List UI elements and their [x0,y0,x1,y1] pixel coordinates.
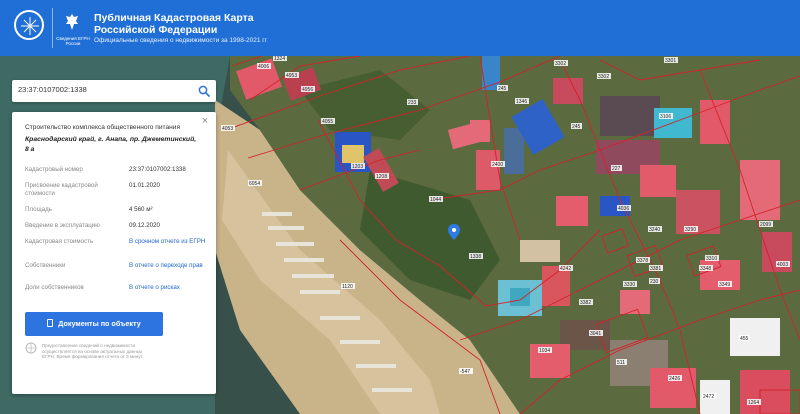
cadastral-value-link[interactable]: В срочном отчете из ЕГРН [129,238,211,246]
cadastral-value-label: Кадастровая стоимость [25,238,94,245]
plot-number-label[interactable]: 3310 [706,256,717,262]
plot-number-label[interactable]: 3330 [624,282,635,288]
cadastral-number-value: 23:37:0107002:1338 [129,166,186,173]
documents-button-label: Документы по объекту [58,319,141,328]
logo-divider [52,8,53,48]
cadastral-search-box[interactable] [12,80,216,102]
plot-number-label[interactable]: 6054 [249,181,260,187]
plot-number-label[interactable]: 3382 [580,300,591,306]
data-note: Предоставление сведений о недвижимости о… [42,343,144,360]
plot-number-label[interactable]: 1264 [748,400,759,406]
plot-number-label[interactable]: 455 [740,336,749,342]
plot-number-label[interactable]: 4036 [618,206,629,212]
plot-number-label[interactable]: 3378 [637,258,648,264]
documents-button[interactable]: Документы по объекту [25,312,163,336]
object-info-panel: × Строительство комплекса общественного … [12,112,216,394]
plot-number-label[interactable]: 2400 [492,162,503,168]
plot-number-label[interactable]: 3290 [685,227,696,233]
plot-number-label[interactable]: 4956 [302,87,313,93]
owners-label: Собственники [25,262,66,269]
plot-number-label[interactable]: 3106 [660,114,671,120]
owners-link[interactable]: В отчете о переходе прав [129,262,211,270]
commissioning-label: Введение в эксплуатацию [25,222,100,229]
plot-number-label[interactable]: 4006 [258,64,269,70]
object-type: Строительство комплекса общественного пи… [25,124,181,131]
plot-number-label[interactable]: 1324 [274,56,285,62]
plot-number-label[interactable]: 4053 [222,126,233,132]
plot-number-label[interactable]: 1044 [430,197,441,203]
plot-number-label[interactable]: 3349 [719,282,730,288]
plot-number-label[interactable]: 1338 [470,254,481,260]
search-icon[interactable] [198,85,210,97]
area-value: 4 560 м² [129,206,153,213]
plot-number-label[interactable]: 245 [572,124,581,130]
emblem-caption: Сведения ЕГРН России [56,36,90,46]
info-globe-icon [25,342,37,354]
plot-number-label[interactable]: 3381 [650,266,661,272]
plot-number-label[interactable]: 233 [408,100,417,106]
commissioning-value: 09.12.2020 [129,222,160,229]
plot-number-label[interactable]: -547 [460,369,470,375]
plot-number-label[interactable]: 4003 [777,262,788,268]
app-header: Сведения ЕГРН России Публичная Кадастров… [0,0,800,56]
plot-number-label[interactable]: 227 [612,166,621,172]
area-label: Площадь [25,206,52,213]
plot-number-label[interactable]: 3041 [590,331,601,337]
plot-number-label[interactable]: 2426 [669,376,680,382]
owner-shares-label: Доли собственников [25,284,84,291]
plot-number-label[interactable]: 3302 [598,74,609,80]
owner-shares-link[interactable]: В отчете о рисках [129,284,211,292]
globe-grid-icon [14,10,44,40]
page-subtitle: Официальные сведения о недвижимости за 1… [94,37,268,44]
page-title: Публичная Кадастровая Карта Российской Ф… [94,12,254,36]
plot-number-label[interactable]: 1208 [376,174,387,180]
plot-number-label[interactable]: 2099 [760,222,771,228]
plot-number-label[interactable]: 4953 [286,73,297,79]
plot-number-label[interactable]: 4055 [322,119,333,125]
plot-number-label[interactable]: 1120 [342,284,353,290]
document-icon [47,319,54,327]
logo[interactable]: Сведения ЕГРН России [10,6,90,50]
plot-number-label[interactable]: 2472 [703,394,714,400]
valuation-date-label: Присвоение кадастровой стоимости [25,182,98,197]
plot-number-label[interactable]: 4242 [560,266,571,272]
cadastral-number-label: Кадастровый номер [25,166,83,173]
plot-number-label[interactable]: 3348 [700,266,711,272]
plot-number-label[interactable]: 245 [498,86,507,92]
plot-number-label[interactable]: 1203 [352,164,363,170]
object-address: Краснодарский край, г. Анапа, пр. Джемет… [25,136,197,153]
plot-number-label[interactable]: 3240 [649,227,660,233]
plot-number-label[interactable]: 1034 [539,348,550,354]
valuation-date-value: 01.01.2020 [129,182,160,189]
plot-number-label[interactable]: 3302 [555,61,566,67]
plot-number-label[interactable]: 230 [650,279,659,285]
plot-number-label[interactable]: 511 [617,360,625,366]
double-eagle-emblem-icon [66,14,78,30]
plot-number-label[interactable]: 3301 [665,58,676,64]
plot-number-label[interactable]: 1346 [516,99,527,105]
search-input[interactable] [18,85,188,94]
